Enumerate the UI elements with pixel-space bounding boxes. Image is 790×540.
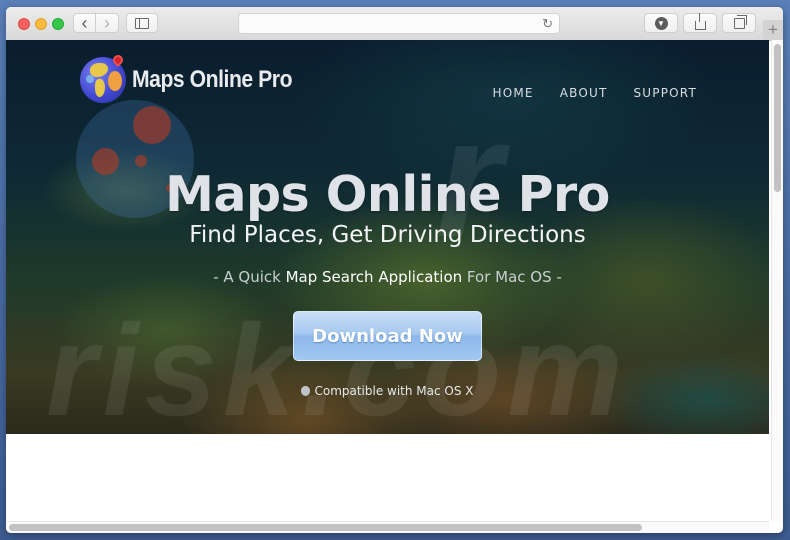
logo-text: Maps Online Pro	[132, 66, 293, 93]
tabs-overview-icon	[733, 14, 747, 29]
tabs-overview-button[interactable]	[722, 13, 756, 33]
nav-about[interactable]: ABOUT	[560, 86, 608, 100]
download-now-button[interactable]: Download Now	[293, 311, 482, 361]
address-bar[interactable]: ↻	[238, 13, 560, 34]
site-nav: HOME ABOUT SUPPORT	[492, 86, 697, 100]
tagline-suffix: For Mac OS -	[462, 268, 562, 286]
page-content: risk.com r Maps Online Pro HOME ABOUT SU…	[6, 40, 769, 521]
chevron-left-icon: ‹	[81, 13, 88, 33]
minimize-window-button[interactable]	[35, 18, 47, 30]
sidebar-toggle-button[interactable]	[126, 13, 158, 33]
close-window-button[interactable]	[18, 18, 30, 30]
nav-support[interactable]: SUPPORT	[633, 86, 697, 100]
vertical-scroll-thumb[interactable]	[774, 44, 781, 192]
vertical-scrollbar[interactable]	[771, 40, 783, 521]
compatibility-text: Compatible with Mac OS X	[314, 384, 474, 398]
nav-home[interactable]: HOME	[492, 86, 533, 100]
horizontal-scroll-thumb[interactable]	[9, 524, 642, 531]
tagline-prefix: - A Quick	[213, 268, 286, 286]
forward-button[interactable]: ›	[96, 13, 119, 33]
compatibility-note: Compatible with Mac OS X	[6, 384, 769, 398]
browser-window: ‹ › ↻ ▼ + risk.com r Maps Online Pro HOM…	[6, 7, 783, 533]
share-button[interactable]	[683, 12, 717, 33]
reload-icon[interactable]: ↻	[542, 16, 553, 32]
site-logo[interactable]: Maps Online Pro	[80, 52, 314, 103]
download-now-label: Download Now	[312, 325, 463, 347]
sidebar-icon	[135, 17, 149, 29]
downloads-button[interactable]: ▼	[644, 13, 678, 33]
plus-icon: +	[768, 20, 778, 39]
new-tab-button[interactable]: +	[763, 20, 783, 40]
hero-subtitle: Find Places, Get Driving Directions	[189, 222, 586, 248]
hero-tagline: - A Quick Map Search Application For Mac…	[6, 268, 769, 286]
apple-icon	[301, 386, 311, 396]
download-icon: ▼	[654, 16, 668, 30]
hero-title: Maps Online Pro	[165, 166, 610, 223]
zoom-window-button[interactable]	[52, 18, 64, 30]
horizontal-scrollbar[interactable]	[6, 521, 769, 533]
map-marker-dot	[133, 106, 171, 144]
tagline-emphasis: Map Search Application	[285, 268, 463, 286]
share-icon	[694, 12, 706, 30]
hero-section: risk.com r Maps Online Pro HOME ABOUT SU…	[6, 40, 769, 434]
chevron-right-icon: ›	[104, 13, 110, 33]
back-button[interactable]: ‹	[73, 13, 96, 33]
browser-toolbar: ‹ › ↻ ▼	[6, 7, 783, 41]
